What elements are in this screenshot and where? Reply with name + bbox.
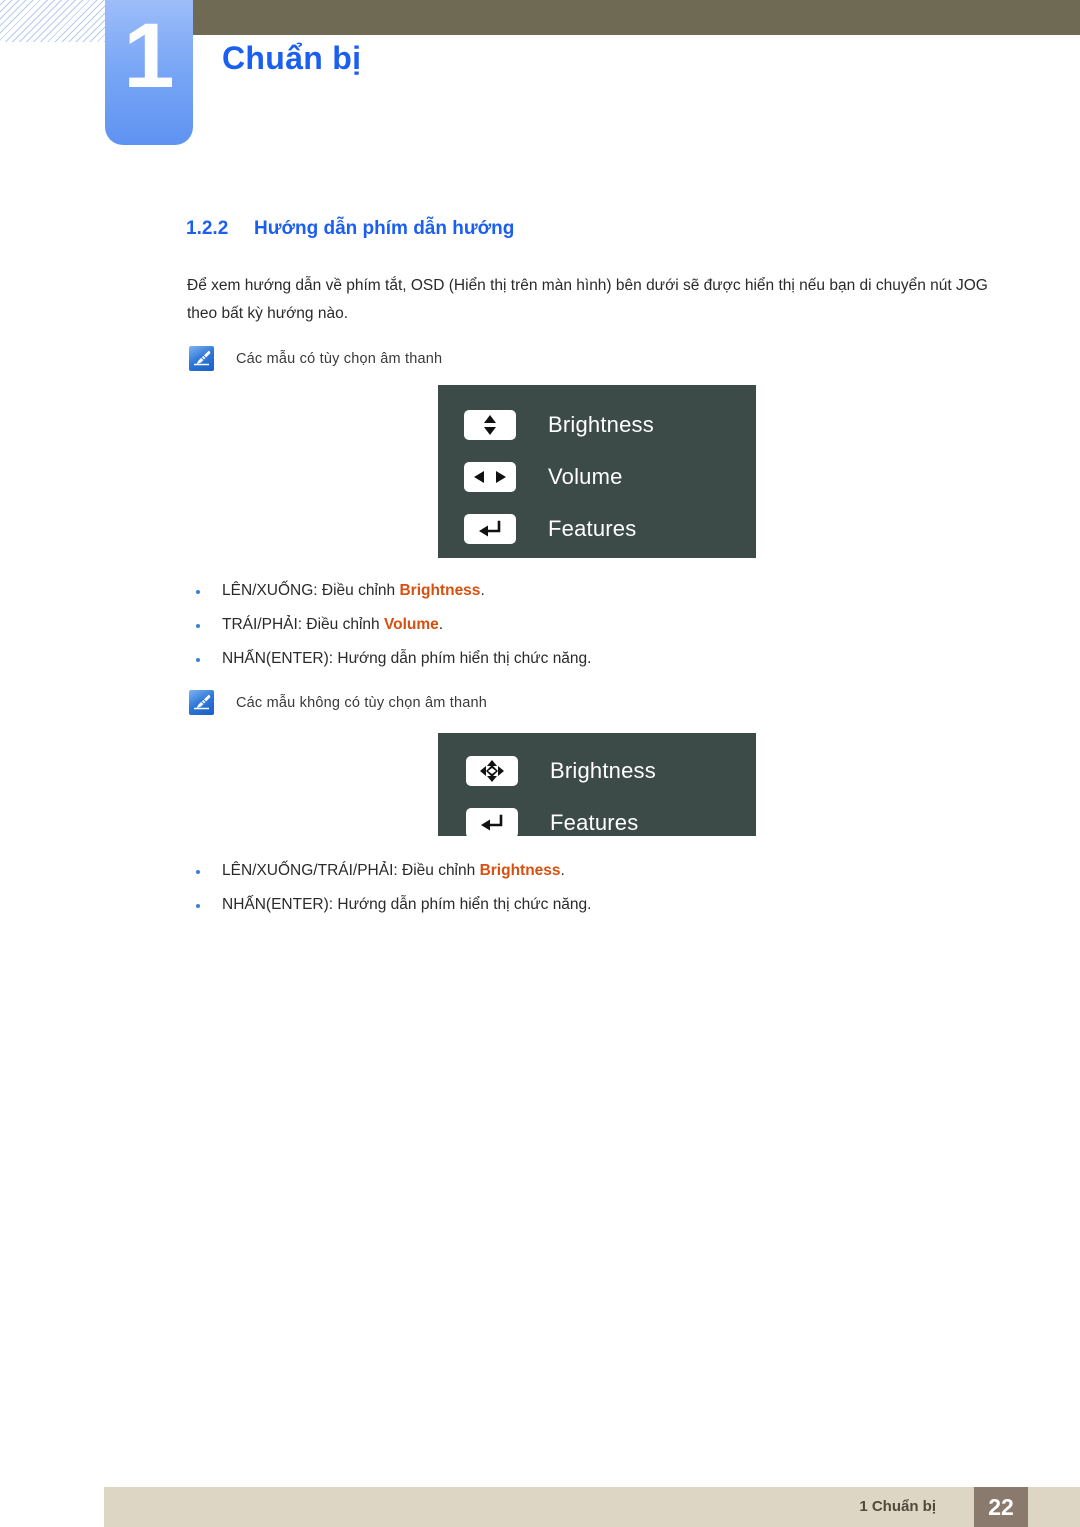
osd-row-brightness: Brightness <box>466 745 756 797</box>
header-olive-bar <box>193 0 1080 35</box>
bullet-item: NHẤN(ENTER): Hướng dẫn phím hiển thị chứ… <box>190 888 591 922</box>
note-pen-icon <box>189 346 214 371</box>
footer-page-number: 22 <box>974 1487 1028 1527</box>
page-footer: 1 Chuẩn bị 22 <box>104 1487 1080 1527</box>
bullet-text-suffix: . <box>480 582 485 599</box>
note-text: Các mẫu không có tùy chọn âm thanh <box>236 694 488 711</box>
bullet-keyword: Brightness <box>399 582 481 599</box>
note-row-no-audio-models: Các mẫu không có tùy chọn âm thanh <box>189 690 487 715</box>
osd-label: Features <box>548 516 637 541</box>
intro-paragraph: Để xem hướng dẫn về phím tắt, OSD (Hiển … <box>187 277 988 322</box>
bullet-text-suffix: . <box>560 862 565 879</box>
bullet-keyword: Volume <box>383 616 439 633</box>
osd-label: Brightness <box>548 412 654 437</box>
four-way-arrow-icon[interactable] <box>466 756 518 786</box>
bullet-keyword: Brightness <box>479 862 561 879</box>
osd-label: Volume <box>548 464 623 489</box>
bullet-list-audio-models: LÊN/XUỐNG: Điều chỉnh Brightness. TRÁI/P… <box>190 574 591 676</box>
enter-arrow-icon[interactable] <box>466 808 518 838</box>
enter-arrow-icon[interactable] <box>464 514 516 544</box>
osd-row-brightness: Brightness <box>464 399 756 451</box>
bullet-text-suffix: . <box>438 616 444 633</box>
bullet-item: TRÁI/PHẢI: Điều chỉnh Volume. <box>190 608 591 642</box>
section-number: 1.2.2 <box>186 218 229 239</box>
chapter-number: 1 <box>123 5 175 107</box>
left-right-arrow-icon[interactable] <box>464 462 516 492</box>
note-pen-icon <box>189 690 214 715</box>
osd-row-features: Features <box>466 797 756 849</box>
decorative-hatch-pattern <box>0 0 105 42</box>
osd-row-volume: Volume <box>464 451 756 503</box>
bullet-text-prefix: TRÁI/PHẢI: Điều chỉnh <box>222 616 384 633</box>
page-header: 1 Chuẩn bị <box>0 0 1080 175</box>
chapter-tab: 1 <box>105 0 193 145</box>
osd-row-features: Features <box>464 503 756 555</box>
note-row-audio-models: Các mẫu có tùy chọn âm thanh <box>189 346 442 371</box>
bullet-item: LÊN/XUỐNG: Điều chỉnh Brightness. <box>190 574 591 608</box>
bullet-list-no-audio-models: LÊN/XUỐNG/TRÁI/PHẢI: Điều chỉnh Brightne… <box>190 854 591 922</box>
bullet-text-prefix: NHẤN(ENTER): Hướng dẫn phím hiển thị chứ… <box>222 650 592 667</box>
osd-panel-no-audio-models: Brightness Features <box>438 733 756 838</box>
section-heading: 1.2.2 Hướng dẫn phím dẫn hướng <box>186 218 514 240</box>
bullet-item: NHẤN(ENTER): Hướng dẫn phím hiển thị chứ… <box>190 642 591 676</box>
bullet-text-prefix: LÊN/XUỐNG: Điều chỉnh <box>222 582 400 599</box>
footer-chapter-label: 1 Chuẩn bị <box>859 1498 936 1515</box>
bullet-text-prefix: LÊN/XUỐNG/TRÁI/PHẢI: Điều chỉnh <box>222 862 480 879</box>
osd-panel-audio-models: Brightness Volume Features <box>438 385 756 558</box>
chapter-title: Chuẩn bị <box>222 40 362 76</box>
up-down-arrow-icon[interactable] <box>464 410 516 440</box>
section-title: Hướng dẫn phím dẫn hướng <box>254 218 515 239</box>
note-text: Các mẫu có tùy chọn âm thanh <box>236 350 443 367</box>
bullet-item: LÊN/XUỐNG/TRÁI/PHẢI: Điều chỉnh Brightne… <box>190 854 591 888</box>
osd-label: Brightness <box>550 758 656 783</box>
bullet-text-prefix: NHẤN(ENTER): Hướng dẫn phím hiển thị chứ… <box>222 896 592 913</box>
osd-label: Features <box>550 810 639 835</box>
